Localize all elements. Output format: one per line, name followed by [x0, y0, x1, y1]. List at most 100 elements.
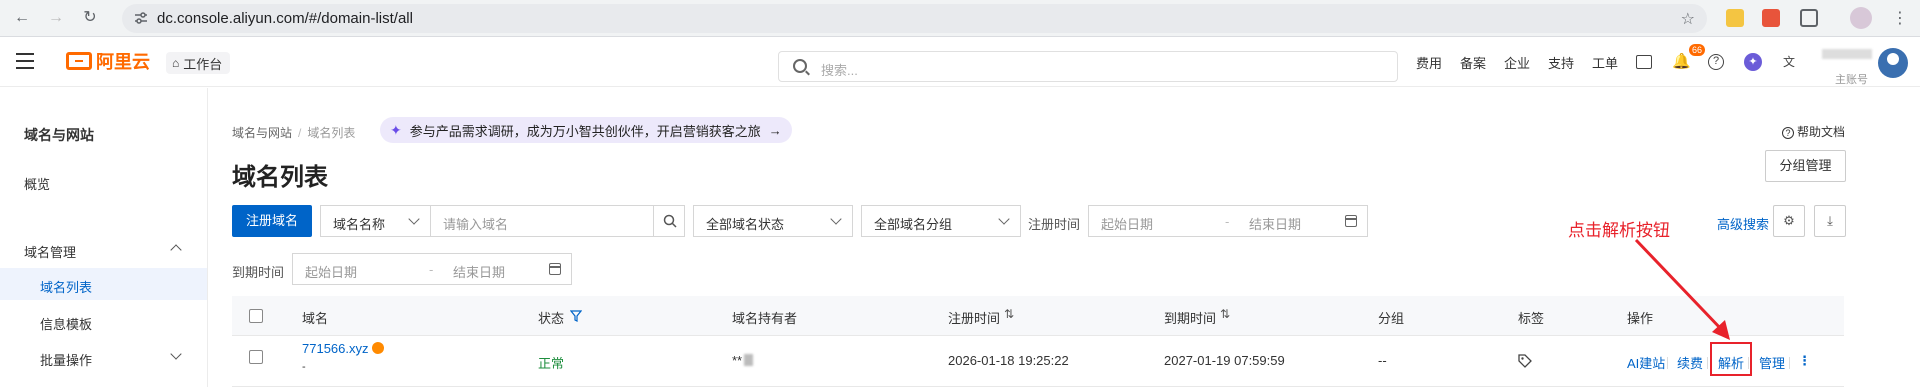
nav-link-fees[interactable]: 费用: [1416, 53, 1442, 72]
reg-time-value: 2026-01-18 19:25:22: [948, 353, 1069, 368]
promo-text: 参与产品需求调研，成为万小智共创伙伴，开启营销获客之旅: [409, 123, 761, 139]
status-badge: 正常: [538, 356, 565, 371]
sidebar-item-info-template[interactable]: 信息模板: [40, 314, 92, 333]
ai-site-button[interactable]: AI建站: [1627, 353, 1665, 372]
action-divider: [1789, 357, 1790, 369]
extension-icon[interactable]: [1726, 9, 1744, 27]
reg-date-range[interactable]: 起始日期 - 结束日期: [1088, 205, 1368, 237]
calendar-icon: [1345, 215, 1357, 227]
help-icon: ?: [1782, 127, 1794, 139]
browser-menu-icon[interactable]: ⋮: [1892, 8, 1908, 28]
menu-icon[interactable]: [16, 53, 34, 69]
renew-button[interactable]: 续费: [1677, 353, 1703, 372]
chevron-down-icon: [408, 213, 420, 225]
domain-search-input[interactable]: 请输入域名: [430, 205, 654, 237]
workbench-button[interactable]: ⌂ 工作台: [166, 52, 231, 74]
expire-start-date-placeholder[interactable]: 起始日期: [305, 262, 357, 281]
select-all-checkbox[interactable]: [249, 309, 263, 323]
column-header-status: 状态: [538, 311, 565, 326]
aliyun-logo[interactable]: 阿里云: [66, 49, 150, 73]
site-info-icon[interactable]: [134, 11, 148, 25]
account-name-blurred[interactable]: [1822, 49, 1872, 59]
nav-link-enterprise[interactable]: 企业: [1504, 53, 1530, 72]
nav-link-icp[interactable]: 备案: [1460, 53, 1486, 72]
ai-assistant-icon[interactable]: ✦: [1744, 53, 1762, 71]
browser-toolbar: ← → ↻ dc.console.aliyun.com/#/domain-lis…: [0, 0, 1920, 37]
domain-input-placeholder: 请输入域名: [443, 217, 509, 232]
expire-date-range[interactable]: 起始日期 - 结束日期: [292, 253, 572, 285]
reg-start-date-placeholder[interactable]: 起始日期: [1101, 214, 1153, 233]
search-field-select[interactable]: 域名名称: [320, 205, 431, 237]
domain-search-button[interactable]: [653, 205, 685, 237]
chevron-up-icon[interactable]: [170, 244, 182, 256]
more-actions-icon[interactable]: ⋮: [1798, 353, 1811, 369]
nav-link-support[interactable]: 支持: [1548, 53, 1574, 72]
logo-text: 阿里云: [96, 52, 150, 72]
promo-banner[interactable]: ✦ 参与产品需求调研，成为万小智共创伙伴，开启营销获客之旅 →: [380, 117, 792, 143]
table-row: 771566.xyz - 正常 ** 2026-01-18 19:25:22 2…: [232, 337, 1844, 387]
row-checkbox[interactable]: [249, 350, 263, 364]
domain-group-value: 全部域名分组: [874, 217, 953, 232]
domain-subtext: -: [302, 361, 306, 373]
address-bar[interactable]: dc.console.aliyun.com/#/domain-list/all …: [122, 4, 1707, 33]
sidebar-item-batch-ops[interactable]: 批量操作: [40, 350, 92, 369]
search-icon: [663, 214, 677, 228]
extension-icon[interactable]: [1762, 9, 1780, 27]
sort-icon[interactable]: ⇅: [1220, 307, 1230, 321]
sidebar-active-highlight: [0, 268, 207, 300]
url-text[interactable]: dc.console.aliyun.com/#/domain-list/all: [157, 10, 413, 27]
sort-icon[interactable]: ⇅: [1004, 307, 1014, 321]
column-header-holder: 域名持有者: [732, 311, 798, 326]
aliyun-logo-mark: [66, 52, 92, 70]
reg-end-date-placeholder[interactable]: 结束日期: [1249, 214, 1301, 233]
expire-time-label: 到期时间: [232, 265, 285, 280]
sidebar-item-overview[interactable]: 概览: [24, 174, 50, 193]
sidebar-group-domain-management[interactable]: 域名管理: [24, 242, 76, 261]
sparkle-icon: ✦: [390, 121, 402, 138]
chevron-down-icon: [998, 213, 1010, 225]
page-title: 域名列表: [232, 164, 328, 191]
download-icon: ⤓: [1827, 213, 1833, 228]
reload-icon[interactable]: ↻: [80, 8, 100, 28]
back-icon[interactable]: ←: [12, 8, 32, 28]
sidebar-item-domain-list[interactable]: 域名列表: [40, 277, 92, 296]
browser-profile-avatar[interactable]: [1850, 7, 1872, 29]
chevron-down-icon: [830, 213, 842, 225]
chevron-down-icon[interactable]: [170, 348, 182, 360]
user-avatar[interactable]: [1878, 48, 1908, 78]
sidebar: 域名与网站 概览 域名管理 域名列表 信息模板 批量操作: [0, 88, 208, 387]
breadcrumb-item[interactable]: 域名与网站: [232, 126, 292, 140]
register-domain-button[interactable]: 注册域名: [232, 205, 312, 237]
search-placeholder: 搜索...: [821, 63, 858, 78]
domain-group-select[interactable]: 全部域名分组: [861, 205, 1021, 237]
terminal-icon[interactable]: [1636, 55, 1652, 69]
export-button[interactable]: ⤓: [1814, 205, 1846, 237]
reg-time-label: 注册时间: [1028, 217, 1081, 232]
column-header-domain: 域名: [302, 311, 329, 326]
domain-holder: **: [732, 353, 743, 368]
help-icon[interactable]: ?: [1708, 54, 1724, 70]
search-icon: [793, 59, 807, 73]
annotation-text: 点击解析按钮: [1568, 221, 1670, 240]
language-icon[interactable]: 文: [1780, 53, 1798, 71]
domain-status-select[interactable]: 全部域名状态: [693, 205, 853, 237]
bookmark-star-icon[interactable]: ☆: [1681, 9, 1695, 29]
tag-icon[interactable]: [1518, 354, 1532, 368]
expire-end-date-placeholder[interactable]: 结束日期: [453, 262, 505, 281]
group-value: --: [1378, 353, 1387, 368]
extensions-puzzle-icon[interactable]: [1800, 9, 1818, 27]
forward-icon[interactable]: →: [46, 8, 66, 28]
group-manage-button[interactable]: 分组管理: [1765, 150, 1846, 182]
bell-icon[interactable]: 🔔: [1672, 53, 1691, 71]
advanced-search-link[interactable]: 高级搜索: [1717, 214, 1769, 233]
global-search[interactable]: 搜索...: [778, 51, 1398, 82]
manage-button[interactable]: 管理: [1759, 353, 1785, 372]
filter-icon[interactable]: [570, 310, 582, 322]
help-docs-label: 帮助文档: [1797, 125, 1846, 139]
settings-button[interactable]: ⚙: [1773, 205, 1805, 237]
help-docs-link[interactable]: ? 帮助文档: [1782, 123, 1845, 140]
expire-time-value: 2027-01-19 07:59:59: [1164, 353, 1285, 368]
search-field-value: 域名名称: [333, 217, 386, 232]
nav-link-ticket[interactable]: 工单: [1592, 53, 1618, 72]
domain-name-link[interactable]: 771566.xyz: [302, 341, 369, 356]
